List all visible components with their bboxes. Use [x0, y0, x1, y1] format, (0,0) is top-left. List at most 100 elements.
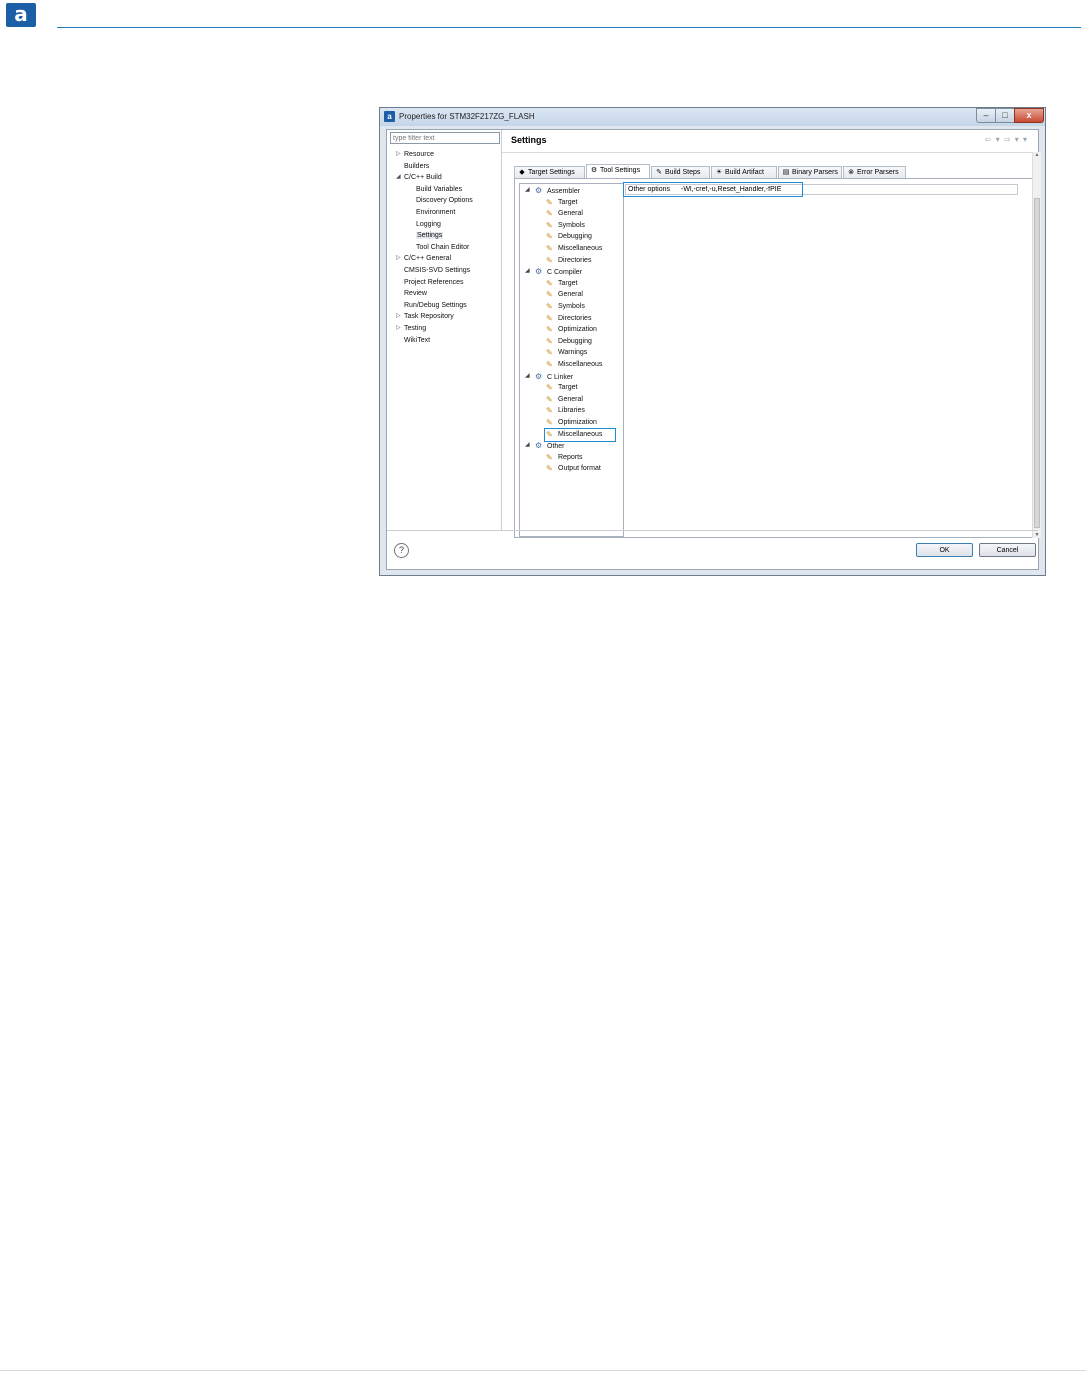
tool-group-other[interactable]: ⚙ Other: [535, 441, 565, 451]
tree-item-label: General: [558, 210, 583, 218]
maximize-button[interactable]: □: [995, 108, 1015, 123]
gear-icon: ⚙: [535, 441, 543, 451]
tool-option-general[interactable]: ✎ General: [546, 209, 583, 218]
tool-option-general[interactable]: ✎ General: [546, 290, 583, 299]
expand-arrow-icon[interactable]: ▷: [396, 324, 401, 333]
nav-item-task-repository[interactable]: Task Repository: [404, 312, 454, 321]
tool-group-assembler[interactable]: ⚙ Assembler: [535, 186, 580, 196]
title-bar[interactable]: a Properties for STM32F217ZG_FLASH – □ x: [380, 108, 1045, 126]
tool-tree: ◢ ⚙ Assembler ✎ Target ✎ General ✎ Symbols ✎ Debug…: [519, 183, 624, 537]
gear-icon: ⚙: [535, 371, 543, 381]
property-page-list: ▷ResourceBuilders◢C/C++ BuildBuild Varia…: [387, 130, 502, 531]
tool-option-optimization[interactable]: ✎ Optimization: [546, 418, 597, 427]
nav-item-build-variables[interactable]: Build Variables: [416, 185, 462, 194]
collapse-arrow-icon[interactable]: ◢: [525, 267, 530, 276]
tool-option-general[interactable]: ✎ General: [546, 395, 583, 404]
expand-arrow-icon[interactable]: ▷: [396, 150, 401, 159]
tool-option-target[interactable]: ✎ Target: [546, 383, 577, 392]
gear-icon: ⚙: [535, 186, 543, 195]
nav-item-label: Discovery Options: [416, 197, 473, 205]
ok-button[interactable]: OK: [916, 543, 973, 557]
tab-build-artifact[interactable]: ☀ Build Artifact: [711, 166, 777, 178]
tab-label: Error Parsers: [857, 169, 899, 176]
tool-option-directories[interactable]: ✎ Directories: [546, 314, 591, 323]
nav-item-environment[interactable]: Environment: [416, 208, 455, 217]
nav-item-testing[interactable]: Testing: [404, 324, 426, 333]
scroll-up-icon[interactable]: ▲: [1033, 152, 1041, 158]
scrollbar-thumb[interactable]: [1034, 198, 1040, 528]
tool-icon: ✎: [546, 348, 553, 358]
tool-option-miscellaneous[interactable]: ✎ Miscellaneous: [546, 244, 602, 253]
tool-option-symbols[interactable]: ✎ Symbols: [546, 302, 585, 311]
tool-option-target[interactable]: ✎ Target: [546, 279, 577, 288]
nav-item-discovery-options[interactable]: Discovery Options: [416, 196, 473, 205]
tool-icon: ✎: [546, 394, 553, 404]
collapse-arrow-icon[interactable]: ◢: [525, 441, 530, 450]
nav-item-project-references[interactable]: Project References: [404, 278, 464, 287]
nav-item-c-c-build[interactable]: C/C++ Build: [404, 173, 442, 182]
nav-item-label: Environment: [416, 209, 456, 216]
tab-label: Binary Parsers: [792, 169, 838, 176]
minimize-button[interactable]: –: [976, 108, 996, 123]
tool-option-debugging[interactable]: ✎ Debugging: [546, 337, 592, 346]
nav-item-resource[interactable]: Resource: [404, 150, 434, 159]
tab-tool-settings[interactable]: ⚙ Tool Settings: [586, 164, 650, 178]
nav-item-builders[interactable]: Builders: [404, 162, 429, 171]
cancel-button[interactable]: Cancel: [979, 543, 1036, 557]
tool-option-libraries[interactable]: ✎ Libraries: [546, 406, 585, 415]
tab-icon: ⊗: [848, 169, 854, 176]
collapse-arrow-icon[interactable]: ◢: [525, 186, 530, 195]
settings-page: Settings ⇦ ▾ ⇨ ▾ ▾ ◆ Target Settings ⚙ Tool…: [502, 130, 1041, 538]
tool-option-target[interactable]: ✎ Target: [546, 198, 577, 207]
nav-item-label: CMSIS-SVD Settings: [404, 267, 471, 274]
tab-error-parsers[interactable]: ⊗ Error Parsers: [843, 166, 906, 178]
filter-input[interactable]: [390, 132, 500, 144]
tool-icon: ✎: [546, 313, 553, 323]
tab-label: Tool Settings: [600, 167, 641, 174]
tool-option-warnings[interactable]: ✎ Warnings: [546, 348, 587, 357]
nav-item-run-debug-settings[interactable]: Run/Debug Settings: [404, 301, 467, 310]
properties-dialog: a Properties for STM32F217ZG_FLASH – □ x…: [379, 107, 1046, 576]
tree-item-label: General: [558, 395, 583, 403]
tool-icon: ✎: [546, 209, 553, 219]
nav-item-logging[interactable]: Logging: [416, 220, 441, 229]
nav-item-review[interactable]: Review: [404, 289, 427, 298]
tab-build-steps[interactable]: ✎ Build Steps: [651, 166, 710, 178]
collapse-arrow-icon[interactable]: ◢: [525, 372, 530, 381]
selected-item-highlight: [544, 427, 616, 442]
nav-item-label: Settings: [416, 232, 444, 240]
nav-item-tool-chain-editor[interactable]: Tool Chain Editor: [416, 243, 469, 252]
nav-item-c-c-general[interactable]: C/C++ General: [404, 254, 451, 263]
close-button[interactable]: x: [1014, 108, 1044, 123]
tool-option-directories[interactable]: ✎ Directories: [546, 256, 591, 265]
tool-icon: ✎: [546, 325, 553, 335]
page-title: Settings: [511, 135, 547, 145]
tool-option-miscellaneous[interactable]: ✎ Miscellaneous: [546, 360, 602, 369]
expand-arrow-icon[interactable]: ▷: [396, 254, 401, 263]
tree-item-label: Assembler: [547, 188, 581, 195]
tool-option-symbols[interactable]: ✎ Symbols: [546, 221, 585, 230]
expand-arrow-icon[interactable]: ◢: [396, 173, 401, 182]
nav-item-cmsis-svd-settings[interactable]: CMSIS-SVD Settings: [404, 266, 470, 275]
tool-option-debugging[interactable]: ✎ Debugging: [546, 232, 592, 241]
nav-item-wikitext[interactable]: WikiText: [404, 336, 430, 345]
tree-item-label: Directories: [558, 256, 592, 264]
brand-logo: a: [6, 3, 36, 27]
nav-item-label: C/C++ Build: [404, 174, 442, 182]
tool-icon: ✎: [546, 406, 553, 416]
history-nav-icons[interactable]: ⇦ ▾ ⇨ ▾ ▾: [985, 135, 1028, 144]
header-separator: [502, 152, 1038, 153]
tool-option-reports[interactable]: ✎ Reports: [546, 453, 583, 462]
tool-group-c-compiler[interactable]: ⚙ C Compiler: [535, 267, 582, 277]
tool-group-c-linker[interactable]: ⚙ C Linker: [535, 372, 573, 382]
help-icon[interactable]: ?: [394, 543, 409, 558]
gear-icon: ⚙: [535, 267, 543, 277]
tool-option-output-format[interactable]: ✎ Output format: [546, 464, 601, 473]
app-icon: a: [384, 111, 395, 122]
tool-option-optimization[interactable]: ✎ Optimization: [546, 325, 597, 334]
nav-item-settings[interactable]: Settings: [416, 231, 444, 240]
expand-arrow-icon[interactable]: ▷: [396, 312, 401, 321]
tab-target-settings[interactable]: ◆ Target Settings: [514, 166, 585, 178]
vertical-scrollbar[interactable]: ▲ ▼: [1032, 152, 1041, 538]
tab-binary-parsers[interactable]: ▤ Binary Parsers: [778, 166, 842, 178]
